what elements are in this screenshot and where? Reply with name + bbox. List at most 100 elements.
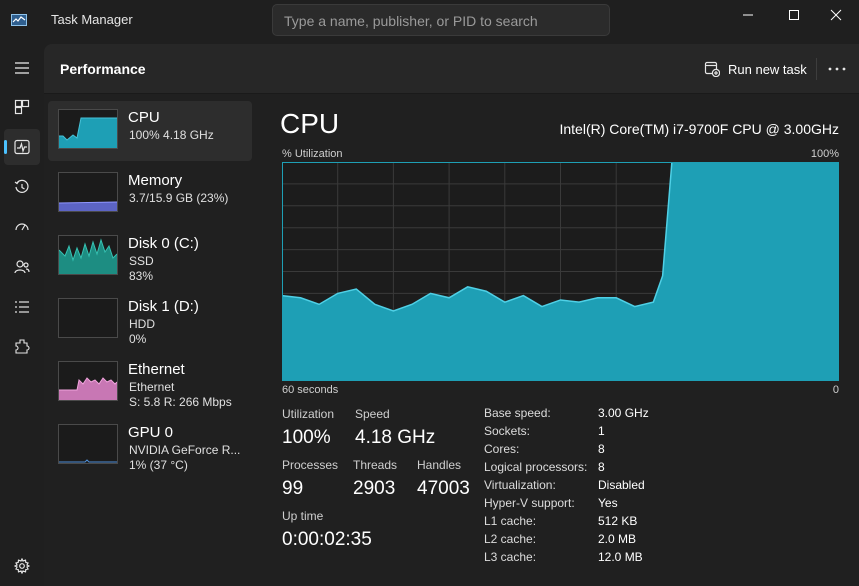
spec-key: Sockets: <box>484 424 531 438</box>
more-options-icon <box>828 67 846 71</box>
close-button[interactable] <box>813 0 859 30</box>
graph-min-label: 0 <box>832 384 839 396</box>
nav-processes[interactable] <box>4 89 40 125</box>
cpu-utilization-graph <box>282 162 839 381</box>
header-divider <box>816 58 817 80</box>
minimize-button[interactable] <box>725 0 771 30</box>
device-item-disk0[interactable]: Disk 0 (C:) SSD 83% <box>48 227 252 287</box>
handles-label: Handles <box>417 458 462 472</box>
spec-value: 8 <box>598 442 605 456</box>
users-icon <box>14 260 30 274</box>
services-icon <box>15 339 30 354</box>
spec-value: Yes <box>598 496 618 510</box>
device-thumbnail <box>58 361 118 401</box>
hamburger-menu-button[interactable] <box>4 50 40 86</box>
device-item-gpu0[interactable]: GPU 0 NVIDIA GeForce R... 1% (37 °C) <box>48 416 252 476</box>
nav-details[interactable] <box>4 289 40 325</box>
device-usage: 1% (37 °C) <box>129 458 188 472</box>
settings-button[interactable] <box>8 554 36 578</box>
device-usage: S: 5.8 R: 266 Mbps <box>129 395 232 409</box>
spec-value: 2.0 MB <box>598 532 637 546</box>
uptime-label: Up time <box>282 509 324 523</box>
processes-icon <box>14 99 30 115</box>
device-item-disk1[interactable]: Disk 1 (D:) HDD 0% <box>48 290 252 350</box>
run-new-task-icon <box>704 61 720 77</box>
more-options-button[interactable] <box>822 55 852 83</box>
maximize-icon <box>789 10 799 20</box>
device-detail: 100% 4.18 GHz <box>129 128 214 142</box>
graph-time-label: 60 seconds <box>282 384 339 396</box>
window-title: Task Manager <box>51 12 133 27</box>
title-bar: Task Manager Type a name, publisher, or … <box>0 0 859 44</box>
device-name: GPU 0 <box>128 424 174 441</box>
device-thumbnail <box>58 298 118 338</box>
app-history-icon <box>14 179 29 193</box>
spec-value: 3.00 GHz <box>598 406 649 420</box>
run-new-task-label: Run new task <box>728 61 807 77</box>
spec-value: 1 <box>598 424 605 438</box>
device-name: Disk 0 (C:) <box>128 235 199 252</box>
maximize-button[interactable] <box>771 0 817 30</box>
graph-y-label: % Utilization <box>282 148 343 160</box>
settings-gear-icon <box>14 558 30 574</box>
utilization-value: 100% <box>282 427 331 448</box>
processes-label: Processes <box>282 458 339 472</box>
device-detail: HDD <box>129 317 155 331</box>
spec-key: L1 cache: <box>484 514 537 528</box>
graph-max-label: 100% <box>810 148 839 160</box>
device-name: Memory <box>128 172 183 189</box>
processes-value: 99 <box>282 478 304 499</box>
run-new-task-button[interactable]: Run new task <box>700 55 811 83</box>
nav-app-history[interactable] <box>4 169 40 205</box>
nav-services[interactable] <box>4 329 40 365</box>
spec-key: Cores: <box>484 442 520 456</box>
device-detail: Ethernet <box>129 380 175 394</box>
task-manager-app-icon <box>11 14 27 26</box>
spec-key: L2 cache: <box>484 532 537 546</box>
spec-key: Base speed: <box>484 406 551 420</box>
speed-label: Speed <box>355 407 390 421</box>
threads-value: 2903 <box>353 478 396 499</box>
spec-key: Hyper-V support: <box>484 496 575 510</box>
device-name: CPU <box>128 109 160 126</box>
threads-label: Threads <box>353 458 398 472</box>
handles-value: 47003 <box>417 478 470 499</box>
device-item-memory[interactable]: Memory 3.7/15.9 GB (23%) <box>48 164 252 224</box>
device-detail: 3.7/15.9 GB (23%) <box>129 191 229 205</box>
device-item-ethernet[interactable]: Ethernet Ethernet S: 5.8 R: 266 Mbps <box>48 353 252 413</box>
search-input[interactable]: Type a name, publisher, or PID to search <box>272 4 610 36</box>
device-detail: SSD <box>129 254 154 268</box>
page-header: Performance Run new task <box>44 44 859 94</box>
detail-title: CPU <box>280 108 340 139</box>
spec-value: 512 KB <box>598 514 638 528</box>
nav-users[interactable] <box>4 249 40 285</box>
navigation-rail <box>0 44 44 586</box>
device-thumbnail <box>58 172 118 212</box>
page-title: Performance <box>60 61 146 77</box>
spec-key: Virtualization: <box>484 478 556 492</box>
utilization-label: Utilization <box>282 407 335 421</box>
performance-icon <box>14 139 30 155</box>
device-name: Disk 1 (D:) <box>128 298 199 315</box>
speed-value: 4.18 GHz <box>355 427 436 448</box>
details-icon <box>15 301 29 313</box>
device-detail: NVIDIA GeForce R... <box>129 443 241 457</box>
device-name: Ethernet <box>128 361 185 378</box>
device-usage: 0% <box>129 332 147 346</box>
startup-apps-icon <box>15 223 29 231</box>
nav-performance[interactable] <box>4 129 40 165</box>
spec-value: Disabled <box>598 478 645 492</box>
uptime-value: 0:00:02:35 <box>282 529 372 550</box>
device-item-cpu[interactable]: CPU 100% 4.18 GHz <box>48 101 252 161</box>
spec-value: 12.0 MB <box>598 550 643 564</box>
spec-key: Logical processors: <box>484 460 588 474</box>
spec-key: L3 cache: <box>484 550 537 564</box>
nav-startup-apps[interactable] <box>4 209 40 245</box>
device-thumbnail <box>58 424 118 464</box>
device-usage: 83% <box>129 269 154 283</box>
close-icon <box>830 9 842 21</box>
spec-value: 8 <box>598 460 605 474</box>
device-thumbnail <box>58 109 118 149</box>
search-placeholder: Type a name, publisher, or PID to search <box>284 13 538 29</box>
minimize-icon <box>743 14 753 16</box>
